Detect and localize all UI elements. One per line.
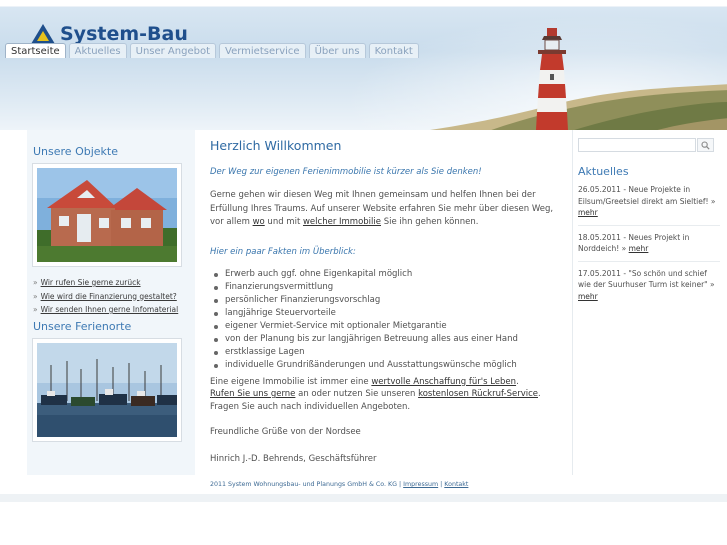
quick-links: » Wir rufen Sie gerne zurück » Wie wird di… [33, 276, 198, 317]
house-photo[interactable] [32, 163, 182, 267]
places-title: Unsere Ferienorte [33, 320, 132, 333]
tab-ueber-uns[interactable]: Über uns [308, 43, 366, 58]
list-item: individuelle Grundrißänderungen und Auss… [210, 359, 560, 372]
welcher-immobilie-link[interactable]: welcher Immobilie [303, 217, 381, 227]
list-item: Finanzierungsvermittlung [210, 281, 560, 294]
para2-text: Fragen Sie auch nach individuellen Angeb… [210, 401, 411, 412]
impressum-link[interactable]: Impressum [403, 481, 438, 488]
link-row: » Wie wird die Finanzierung gestaltet? [33, 290, 198, 304]
rueckruf-service-link[interactable]: kostenlosen Rückruf-Service [418, 389, 538, 399]
news-list: 26.05.2011 - Neue Projekte in Eilsum/Gre… [578, 184, 720, 314]
page-title: Herzlich Willkommen [210, 138, 342, 153]
para1-text: Sie ihn gehen können. [381, 217, 479, 227]
news-text: 26.05.2011 - Neue Projekte in Eilsum/Gre… [578, 185, 716, 206]
closing-paragraph: Eine eigene Immobilie ist immer eine wer… [210, 376, 560, 414]
header-banner: System-Bau Startseite Aktuelles Unser An… [0, 0, 727, 130]
raquo-icon: » [33, 305, 38, 314]
lighthouse-image [536, 28, 568, 130]
raquo-icon: » [33, 278, 38, 287]
intro-text: Der Weg zur eigenen Ferienimmobilie ist … [210, 167, 482, 177]
search-input[interactable] [578, 138, 696, 152]
raquo-icon: » [33, 291, 38, 301]
main-content: Herzlich Willkommen Der Weg zur eigenen … [210, 138, 560, 464]
copyright-text: 2011 System Wohnungsbau- und Planungs Gm… [210, 481, 398, 488]
tab-unser-angebot[interactable]: Unser Angebot [129, 43, 216, 58]
para1-text: und mit [264, 217, 303, 227]
link-row: » Wir rufen Sie gerne zurück [33, 276, 198, 290]
list-item: persönlicher Finanzierungsvorschlag [210, 294, 560, 307]
tab-vermietservice[interactable]: Vermietservice [219, 43, 306, 58]
logo-triangle-icon [31, 24, 55, 44]
news-text: 17.05.2011 - "So schön und schief wie de… [578, 268, 715, 290]
intro-paragraph: Gerne gehen wir diesen Weg mit Ihnen gem… [210, 189, 560, 230]
tab-kontakt[interactable]: Kontakt [368, 43, 419, 58]
signature: Hinrich J.-D. Behrends, Geschäftsführer [210, 454, 377, 464]
search-button[interactable] [697, 138, 714, 152]
news-more-link[interactable]: mehr [629, 244, 649, 253]
list-item: 18.05.2011 - Neues Projekt in Norddeich!… [578, 232, 720, 262]
house-image [37, 168, 177, 262]
financing-link[interactable]: Wie wird die Finanzierung gestaltet? [41, 292, 177, 301]
news-more-link[interactable]: mehr [578, 292, 598, 301]
harbor-photo[interactable] [32, 338, 182, 442]
dune-grass-image [430, 84, 727, 130]
news-more-link[interactable]: mehr [578, 208, 598, 217]
greeting: Freundliche Grüße von der Nordsee [210, 427, 361, 437]
list-item: langjährige Steuervorteile [210, 307, 560, 320]
tab-aktuelles[interactable]: Aktuelles [68, 43, 127, 58]
anschaffung-link[interactable]: wertvolle Anschaffung für's Leben [371, 377, 516, 387]
list-item: eigener Vermiet-Service mit optionaler M… [210, 320, 560, 333]
list-item: Erwerb auch ggf. ohne Eigenkapital mögli… [210, 268, 560, 281]
rufen-sie-uns-link[interactable]: Rufen Sie uns gerne [210, 389, 295, 399]
tab-startseite[interactable]: Startseite [5, 43, 66, 58]
main-navigation: Startseite Aktuelles Unser Angebot Vermi… [5, 43, 422, 58]
para2-text: . [537, 389, 541, 399]
kontakt-link[interactable]: Kontakt [444, 481, 468, 488]
logo-text: System-Bau [60, 23, 188, 45]
list-item: erstklassige Lagen [210, 346, 560, 359]
news-title: Aktuelles [578, 165, 629, 178]
wo-link[interactable]: wo [253, 217, 265, 227]
list-item: 17.05.2011 - "So schön und schief wie de… [578, 268, 720, 309]
para2-text: an oder nutzen Sie unseren [295, 389, 419, 399]
facts-list: Erwerb auch ggf. ohne Eigenkapital mögli… [210, 268, 560, 372]
search-icon [701, 140, 710, 150]
list-item: von der Planung bis zur langjährigen Bet… [210, 333, 560, 346]
bottom-strip [0, 494, 727, 502]
facts-title: Hier ein paar Fakten im Überblick: [210, 246, 356, 257]
callback-link[interactable]: Wir rufen Sie gerne zurück [41, 278, 141, 287]
list-item: 26.05.2011 - Neue Projekte in Eilsum/Gre… [578, 184, 720, 226]
harbor-image [37, 343, 177, 437]
footer: 2011 System Wohnungsbau- und Planungs Gm… [210, 481, 468, 488]
link-row: » Wir senden Ihnen gerne Infomaterial [33, 303, 198, 317]
para2-text: . [516, 376, 519, 387]
para2-text: Eine eigene Immobilie ist immer eine [210, 376, 372, 387]
objects-title: Unsere Objekte [33, 145, 118, 158]
infomaterial-link[interactable]: Wir senden Ihnen gerne Infomaterial [41, 305, 179, 314]
